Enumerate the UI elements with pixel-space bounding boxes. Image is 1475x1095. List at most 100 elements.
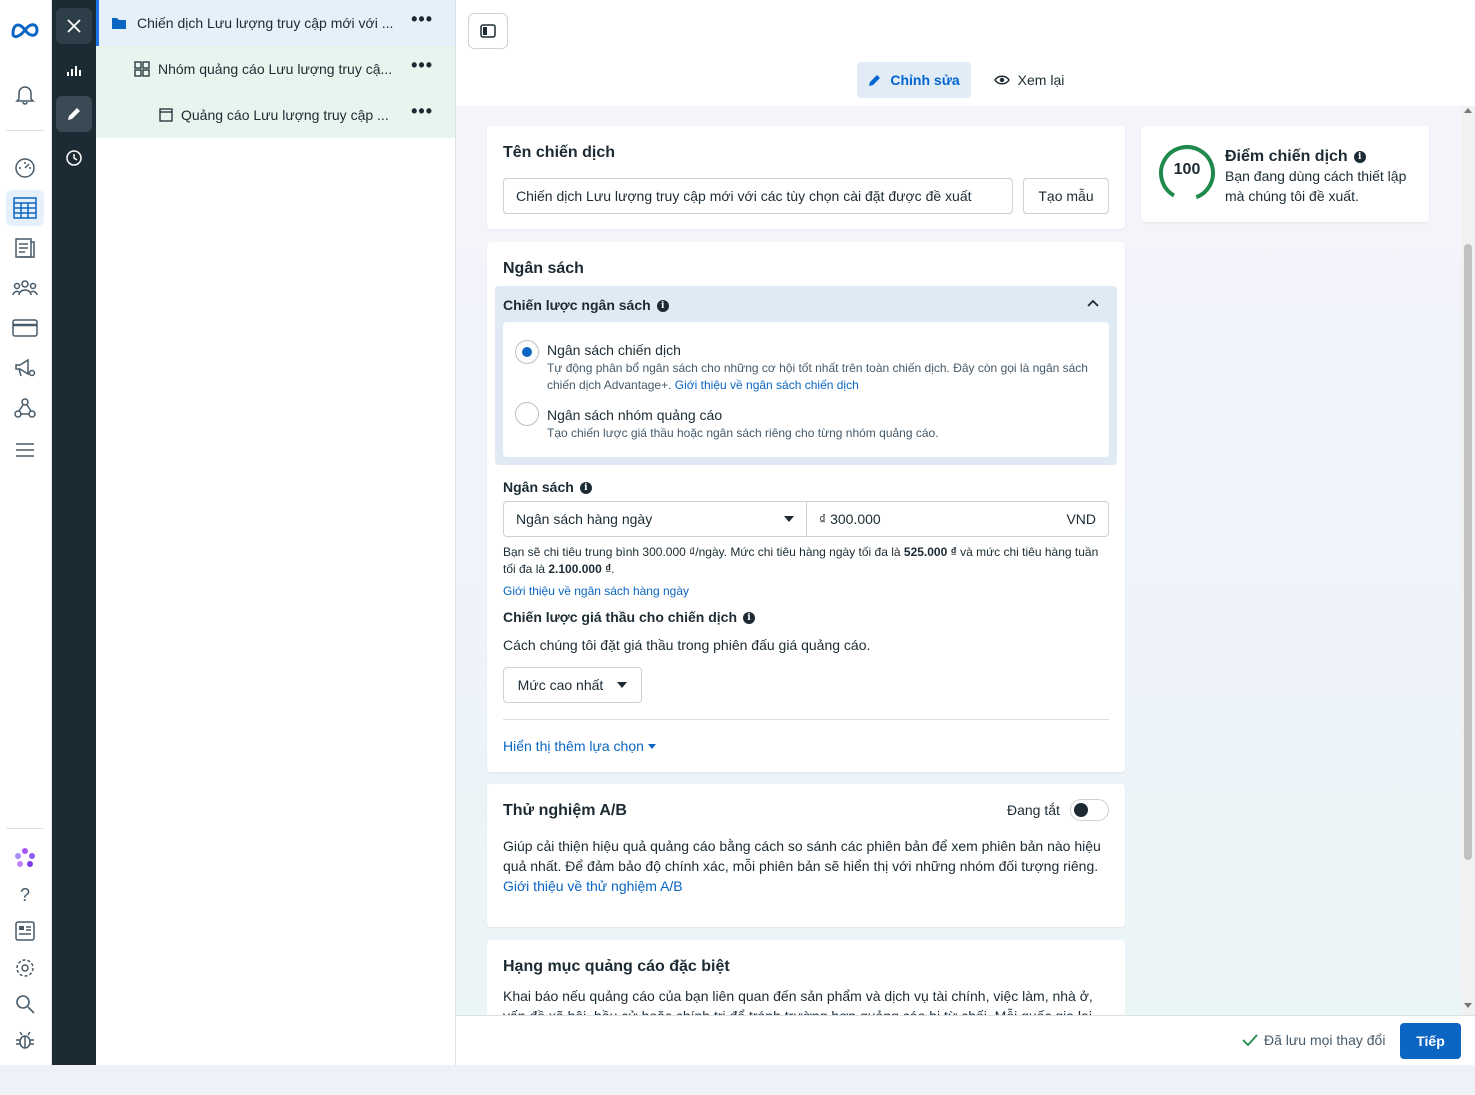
radio-adset-budget[interactable] <box>515 402 539 426</box>
ad-page-icon <box>159 108 173 122</box>
daily-budget-link[interactable]: Giới thiệu về ngân sách hàng ngày <box>503 583 689 600</box>
bell-icon[interactable] <box>6 76 44 112</box>
top-bar: Chỉnh sửa Xem lại <box>456 0 1475 106</box>
more-options-icon[interactable]: ••• <box>411 10 433 28</box>
campaign-budget-link[interactable]: Giới thiệu về ngân sách chiến dịch <box>675 378 859 392</box>
budget-title: Ngân sách <box>503 260 584 277</box>
info-icon[interactable]: i <box>1353 150 1366 163</box>
bug-report-icon[interactable] <box>6 1022 44 1058</box>
tree-item-campaign[interactable]: Chiến dịch Lưu lượng truy cập mới với ..… <box>96 0 455 46</box>
billing-card-icon[interactable] <box>6 310 44 346</box>
editor-rail <box>52 0 96 1065</box>
create-template-button[interactable]: Tạo mẫu <box>1023 178 1109 214</box>
scroll-up-arrow-icon[interactable] <box>1464 108 1472 113</box>
pencil-icon <box>869 75 881 86</box>
bid-strategy-title: Chiến lược giá thầu cho chiến dịch <box>503 609 738 625</box>
saved-label: Đã lưu mọi thay đổi <box>1264 1032 1386 1048</box>
eye-icon <box>993 75 1010 85</box>
bid-strategy-select[interactable]: Mức cao nhất <box>503 667 642 703</box>
more-options-icon[interactable]: ••• <box>411 102 433 120</box>
caret-down-icon <box>784 516 794 522</box>
check-icon <box>1242 1034 1258 1046</box>
bottom-strip <box>0 1065 1475 1095</box>
megaphone-settings-icon[interactable] <box>6 350 44 386</box>
special-categories-title: Hạng mục quảng cáo đặc biệt <box>503 958 730 975</box>
ads-manager-table-icon[interactable] <box>6 190 44 226</box>
panel-toggle-button[interactable] <box>468 13 508 49</box>
budget-strategy-title: Chiến lược ngân sách <box>503 297 651 313</box>
pencil-edit-icon[interactable] <box>56 96 92 132</box>
next-button[interactable]: Tiếp <box>1400 1023 1461 1059</box>
chevron-up-icon[interactable] <box>1087 299 1099 307</box>
budget-type-value: Ngân sách hàng ngày <box>516 511 653 527</box>
tab-review-label: Xem lại <box>1017 72 1065 88</box>
network-icon[interactable] <box>6 390 44 426</box>
scroll-thumb[interactable] <box>1464 244 1472 860</box>
info-icon[interactable]: i <box>743 612 756 625</box>
budget-label: Ngân sách <box>503 479 574 495</box>
show-more-options-link[interactable]: Hiển thị thêm lựa chọn <box>503 738 656 754</box>
tree-item-adset[interactable]: Nhóm quảng cáo Lưu lượng truy cậ... ••• <box>96 46 455 92</box>
dashboard-gauge-icon[interactable] <box>6 150 44 186</box>
tab-edit[interactable]: Chỉnh sửa <box>857 62 971 98</box>
campaign-name-card: Tên chiến dịch Chiến dịch Lưu lượng truy… <box>487 126 1125 229</box>
saved-status: Đã lưu mọi thay đổi <box>1242 1032 1385 1048</box>
info-icon[interactable]: i <box>579 482 592 495</box>
tree-label-adset: Nhóm quảng cáo Lưu lượng truy cậ... <box>158 61 393 77</box>
budget-amount-input[interactable]: ₫ 300.000 VND <box>806 501 1109 537</box>
close-icon[interactable] <box>56 8 92 44</box>
tab-edit-label: Chỉnh sửa <box>890 72 960 88</box>
budget-strategy-section: Chiến lược ngân sách i Ngân sách chiến dị… <box>495 286 1117 465</box>
special-categories-clip: Hạng mục quảng cáo đặc biệt Khai báo nếu… <box>487 940 1125 1015</box>
tab-review[interactable]: Xem lại <box>984 62 1074 98</box>
main-scrollbar[interactable] <box>1461 106 1475 1015</box>
pages-icon[interactable] <box>6 230 44 266</box>
currency-symbol: ₫ <box>819 511 827 527</box>
currency-code: VND <box>1066 511 1096 527</box>
opt2-desc: Tạo chiến lược giá thầu hoặc ngân sách r… <box>547 426 939 440</box>
global-nav: ? <box>0 0 52 1065</box>
ab-test-desc: Giúp cải thiện hiệu quả quảng cáo bằng c… <box>503 838 1101 874</box>
ab-test-link[interactable]: Giới thiệu về thử nghiệm A/B <box>503 878 683 894</box>
audience-icon[interactable] <box>6 270 44 306</box>
budget-card: Ngân sách Chiến lược ngân sách i Ngân sác… <box>487 242 1125 772</box>
more-options-icon[interactable]: ••• <box>411 56 433 74</box>
ab-test-status: Đang tắt <box>1007 802 1060 818</box>
weekly-max: 2.100.000 ₫ <box>548 562 612 576</box>
campaign-tree-panel: Chiến dịch Lưu lượng truy cập mới với ..… <box>96 0 456 1065</box>
budget-strategy-options: Ngân sách chiến dịch Tự động phân bổ ngâ… <box>503 322 1109 457</box>
ab-test-title: Thử nghiệm A/B <box>503 802 627 819</box>
special-categories-desc: Khai báo nếu quảng cáo của bạn liên quan… <box>503 988 1093 1015</box>
score-title: Điểm chiến dịch <box>1225 148 1348 165</box>
daily-max: 525.000 ₫ <box>903 545 957 559</box>
opt2-title: Ngân sách nhóm quảng cáo <box>547 407 723 423</box>
search-icon[interactable] <box>6 986 44 1022</box>
campaign-name-title: Tên chiến dịch <box>503 144 616 161</box>
scroll-down-arrow-icon[interactable] <box>1464 1003 1472 1008</box>
caret-down-icon <box>647 743 656 749</box>
caret-down-icon <box>617 682 628 688</box>
special-categories-card: Hạng mục quảng cáo đặc biệt Khai báo nếu… <box>487 940 1125 1015</box>
bid-strategy-desc: Cách chúng tôi đặt giá thầu trong phiên … <box>503 637 871 653</box>
tree-item-ad[interactable]: Quảng cáo Lưu lượng truy cập ... ••• <box>96 92 455 138</box>
menu-icon[interactable] <box>6 432 44 468</box>
spend-note: Bạn sẽ chi tiêu trung bình 300.000 ₫/ngà… <box>503 545 1099 576</box>
radio-campaign-budget[interactable] <box>515 340 539 364</box>
meta-logo-icon[interactable] <box>6 12 44 48</box>
news-feed-icon[interactable] <box>6 913 44 949</box>
tree-label-campaign: Chiến dịch Lưu lượng truy cập mới với ..… <box>137 15 394 31</box>
budget-type-select[interactable]: Ngân sách hàng ngày <box>503 501 807 537</box>
meta-ai-icon[interactable] <box>6 840 44 876</box>
info-icon[interactable]: i <box>656 300 669 313</box>
bid-strategy-value: Mức cao nhất <box>517 677 604 693</box>
score-desc: Bạn đang dùng cách thiết lập mà chúng tô… <box>1225 168 1407 204</box>
folder-icon <box>112 18 126 29</box>
grid-icon <box>134 61 150 77</box>
settings-gear-icon[interactable] <box>6 950 44 986</box>
main-editor: Chỉnh sửa Xem lại Tên chiến dịch Chiến d… <box>456 0 1475 1065</box>
help-icon[interactable]: ? <box>6 877 44 913</box>
ab-test-toggle[interactable] <box>1070 799 1109 821</box>
campaign-name-input[interactable]: Chiến dịch Lưu lượng truy cập mới với cá… <box>503 178 1013 214</box>
bar-chart-icon[interactable] <box>56 52 92 88</box>
history-clock-icon[interactable] <box>56 140 92 176</box>
